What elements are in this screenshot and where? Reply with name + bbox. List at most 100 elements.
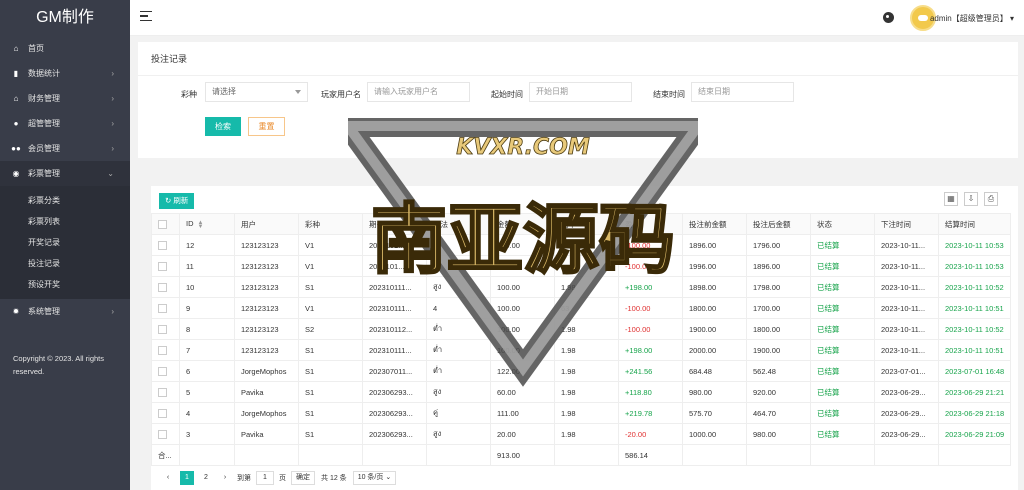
table-cell: S1 — [298, 402, 363, 424]
row-checkbox[interactable] — [151, 339, 180, 361]
lottery-select[interactable]: 请选择 — [205, 82, 308, 102]
table-row[interactable]: 3 Pavika S1 202306293... สูง 20.00 1.98 -20.00 1… — [151, 423, 1012, 445]
sidebar-item-statistics[interactable]: ▮ 数据统计 › — [0, 61, 130, 86]
export-icon[interactable]: ⇩ — [964, 192, 978, 206]
table-cell: 2023101... — [362, 255, 427, 277]
table-row[interactable]: 6 JorgeMophos S1 202307011... ต่ำ 122.00 1.98 +… — [151, 360, 1012, 382]
table-cell: 11 — [179, 255, 235, 277]
sidebar: GM制作 ⌂ 首页 ▮ 数据统计 › ⌂ 财务管理 › ● 超管管理 › ●● … — [0, 0, 130, 490]
table-cell: 1800.00 — [746, 318, 811, 340]
table-cell: 2023-10-11 10:52 — [937, 318, 1012, 340]
table-row[interactable]: 7 123123123 S1 202310111... ต่ำ 100.00 1.98 +19… — [151, 339, 1012, 361]
table-cell: 100.00 — [490, 255, 555, 277]
table-cell: 2023-06-29... — [874, 402, 939, 424]
row-checkbox[interactable] — [151, 402, 180, 424]
table-cell: 100.00 — [490, 339, 555, 361]
table-cell: 63 — [554, 297, 619, 319]
row-checkbox[interactable] — [151, 234, 180, 256]
goto-page-input[interactable]: 1 — [256, 471, 274, 485]
submenu-item-bet-records[interactable]: 投注记录 — [0, 253, 130, 274]
table-row[interactable]: 11 123123123 V1 2023101... 1 100.00 -100.00 199… — [151, 255, 1012, 277]
table-cell: 2023-10-11... — [874, 276, 939, 298]
brand-logo[interactable]: GM制作 — [0, 0, 130, 36]
sidebar-item-finance[interactable]: ⌂ 财务管理 › — [0, 86, 130, 111]
table-row[interactable]: 8 123123123 S2 202310112... ต่ำ 100.00 1.98 -10… — [151, 318, 1012, 340]
table-cell: -100.00 — [618, 297, 683, 319]
search-button[interactable]: 检索 — [205, 117, 241, 136]
table-cell: 2023-07-01 16:48 — [937, 360, 1012, 382]
total-count: 共 12 条 — [321, 475, 347, 482]
table-row[interactable]: 12 123123123 V1 2023101... 5 100.00 -100.00 189… — [151, 234, 1012, 256]
refresh-button[interactable]: ↻ 刷新 — [159, 193, 195, 209]
start-date-input[interactable]: 开始日期 — [529, 82, 632, 102]
chevron-right-icon: › — [111, 144, 114, 153]
caret-down-icon: ⌄ — [385, 474, 392, 481]
table-cell: 5 — [426, 234, 491, 256]
row-checkbox[interactable] — [151, 276, 180, 298]
table-cell: 100.00 — [490, 234, 555, 256]
column-header: 用户 — [234, 213, 299, 235]
goto-label: 到第 — [237, 475, 251, 482]
table-cell: 8 — [179, 318, 235, 340]
table-cell: 100.00 — [490, 318, 555, 340]
user-menu[interactable]: admin【超级管理员】 ▾ — [930, 13, 1014, 24]
next-page-button[interactable]: › — [218, 471, 232, 485]
page-2-button[interactable]: 2 — [199, 471, 213, 485]
table-cell: V1 — [298, 297, 363, 319]
row-checkbox[interactable] — [151, 423, 180, 445]
row-checkbox[interactable] — [151, 297, 180, 319]
menu-toggle-icon[interactable] — [140, 11, 152, 23]
sidebar-item-system[interactable]: ✹ 系统管理 › — [0, 299, 130, 324]
table-cell: 464.70 — [746, 402, 811, 424]
prev-page-button[interactable]: ‹ — [161, 471, 175, 485]
sidebar-item-lottery[interactable]: ◉ 彩票管理 ⌄ — [0, 161, 130, 186]
end-date-input[interactable]: 结束日期 — [691, 82, 794, 102]
goto-confirm-button[interactable]: 确定 — [291, 471, 315, 485]
reset-button[interactable]: 重置 — [248, 117, 285, 136]
table-row[interactable]: 9 123123123 V1 202310111... 4 100.00 63 -100.00… — [151, 297, 1012, 319]
column-header: 结算时间 — [937, 213, 1012, 235]
sidebar-item-label: 系统管理 — [28, 307, 60, 316]
table-cell: 202306293... — [362, 402, 427, 424]
column-header: 投注前金额 — [682, 213, 747, 235]
page-1-button[interactable]: 1 — [180, 471, 194, 485]
table-row[interactable]: 10 123123123 S1 202310111... สูง 100.00 1.98 +1… — [151, 276, 1012, 298]
row-checkbox[interactable] — [151, 318, 180, 340]
column-header: 投注后金额 — [746, 213, 811, 235]
palette-icon[interactable] — [883, 12, 894, 23]
table-row[interactable]: 5 Pavika S1 202306293... สูง 60.00 1.98 +118.80… — [151, 381, 1012, 403]
sidebar-item-admins[interactable]: ● 超管管理 › — [0, 111, 130, 136]
row-checkbox[interactable] — [151, 255, 180, 277]
sidebar-nav-system: ✹ 系统管理 › — [0, 299, 130, 324]
sidebar-item-members[interactable]: ●● 会员管理 › — [0, 136, 130, 161]
table-cell: 10 — [179, 276, 235, 298]
table-cell: 2000.00 — [682, 339, 747, 361]
pagination: ‹ 1 2 › 到第 1 页 确定 共 12 条 10 条/页 ⌄ — [161, 471, 397, 485]
table-cell: S1 — [298, 339, 363, 361]
player-username-label: 玩家用户名 — [321, 90, 361, 99]
submenu-item-lottery-list[interactable]: 彩票列表 — [0, 211, 130, 232]
row-checkbox[interactable] — [151, 381, 180, 403]
print-icon[interactable]: ⎙ — [984, 192, 998, 206]
player-username-input[interactable]: 请输入玩家用户名 — [367, 82, 470, 102]
lottery-label: 彩种 — [181, 90, 197, 99]
row-checkbox[interactable] — [151, 360, 180, 382]
table-cell: 1896.00 — [746, 255, 811, 277]
table-cell: +241.56 — [618, 360, 683, 382]
column-filter-icon[interactable]: ▦ — [944, 192, 958, 206]
table-row[interactable]: 4 JorgeMophos S1 202306293... คู่ 111.00 1.98 +… — [151, 402, 1012, 424]
column-header[interactable]: 玩法 ▲ ▼ — [426, 213, 491, 235]
table-cell: Pavika — [234, 381, 299, 403]
column-header[interactable]: ID ▲ ▼ — [179, 213, 235, 235]
table-cell: 已结算 — [810, 339, 875, 361]
submenu-item-categories[interactable]: 彩票分类 — [0, 190, 130, 211]
sidebar-item-home[interactable]: ⌂ 首页 — [0, 36, 130, 61]
table-cell: 2023-06-29 21:09 — [937, 423, 1012, 445]
table-cell: 1000.00 — [682, 423, 747, 445]
table-cell: +118.80 — [618, 381, 683, 403]
select-all-checkbox[interactable] — [151, 213, 180, 235]
page-size-select[interactable]: 10 条/页 ⌄ — [352, 471, 397, 485]
submenu-item-preset-draw[interactable]: 预设开奖 — [0, 274, 130, 295]
table-cell: 1.98 — [554, 423, 619, 445]
submenu-item-draw-records[interactable]: 开奖记录 — [0, 232, 130, 253]
